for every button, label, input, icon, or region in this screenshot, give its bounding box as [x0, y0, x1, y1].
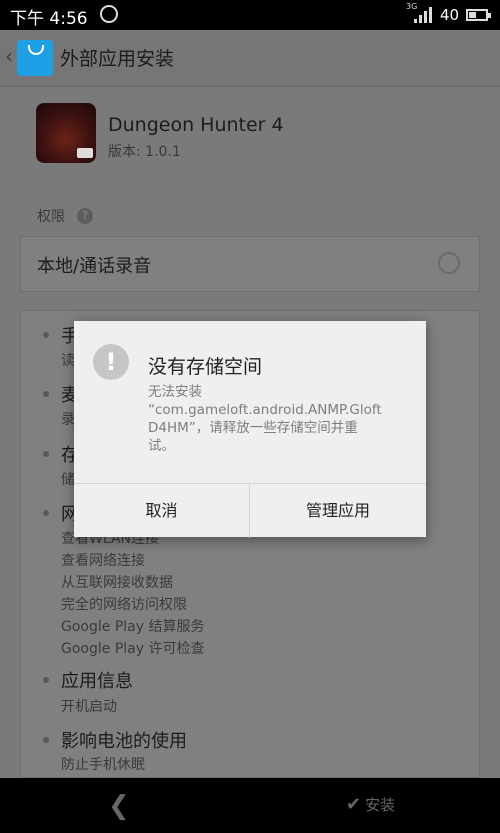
app-version: 版本: 1.0.1: [108, 144, 181, 160]
back-chevron-icon[interactable]: ‹: [5, 44, 13, 68]
app-info: Dungeon Hunter 4 版本: 1.0.1: [0, 86, 500, 196]
install-button[interactable]: ✔ 安装: [346, 794, 395, 815]
dungeon-hunter-icon: [36, 103, 96, 163]
permission-item: 储: [61, 472, 75, 488]
sync-icon: [100, 5, 118, 23]
install-label: 安装: [365, 796, 396, 814]
bullet-icon: [43, 451, 49, 457]
dialog-title: 没有存储空间: [148, 356, 263, 378]
manage-apps-button[interactable]: 管理应用: [250, 484, 426, 538]
call-recording-permission[interactable]: 本地/通话录音: [20, 236, 480, 292]
call-recording-label: 本地/通话录音: [37, 256, 152, 277]
help-icon[interactable]: ?: [77, 208, 93, 224]
permissions-label: 权限: [37, 209, 65, 225]
permission-item: 录: [61, 412, 75, 428]
bullet-icon: [43, 677, 49, 683]
permission-item: 读: [61, 353, 75, 369]
status-time: 下午 4:56: [10, 9, 88, 29]
no-storage-dialog: ! 没有存储空间 无法安装 “com.gameloft.android.ANMP…: [74, 321, 426, 538]
bullet-icon: [43, 332, 49, 338]
cancel-button[interactable]: 取消: [74, 484, 250, 538]
dialog-message-line: 试。: [148, 438, 175, 454]
signal-icon: [414, 7, 432, 23]
page-title: 外部应用安装: [60, 48, 175, 70]
permission-item: 从互联网接收数据: [61, 575, 173, 591]
status-bar: 下午 4:56 3G 40: [0, 0, 500, 30]
permission-item: 防止手机休眠: [61, 757, 145, 773]
permission-item: 完全的网络访问权限: [61, 597, 187, 613]
permission-group-title: 影响电池的使用: [61, 731, 187, 752]
dialog-message-line: 无法安装: [148, 384, 202, 400]
bullet-icon: [43, 737, 49, 743]
permission-item: Google Play 许可检查: [61, 641, 205, 657]
app-name: Dungeon Hunter 4: [108, 114, 284, 136]
permission-item: Google Play 结算服务: [61, 619, 205, 635]
bottom-bar: ❮ ✔ 安装: [0, 778, 500, 833]
permission-item: 开机启动: [61, 699, 117, 715]
radio-button[interactable]: [438, 252, 460, 274]
bullet-icon: [43, 391, 49, 397]
permission-group-title: 应用信息: [61, 671, 133, 692]
alert-icon: !: [93, 344, 129, 380]
dialog-message-line: “com.gameloft.android.ANMP.Gloft: [148, 402, 382, 418]
permission-item: 查看网络连接: [61, 553, 145, 569]
dialog-message-line: D4HM”，请释放一些存储空间并重: [148, 420, 358, 436]
bullet-icon: [43, 510, 49, 516]
dialog-message: 无法安装 “com.gameloft.android.ANMP.Gloft D4…: [148, 383, 382, 455]
dialog-buttons: 取消 管理应用: [74, 483, 426, 538]
app-store-bag-icon[interactable]: [17, 40, 53, 76]
check-icon: ✔: [346, 794, 362, 815]
back-arrow-icon[interactable]: ❮: [108, 791, 130, 821]
battery-icon: [466, 9, 491, 21]
action-bar: ‹ 外部应用安装: [0, 30, 500, 87]
battery-level: 40: [440, 6, 460, 24]
